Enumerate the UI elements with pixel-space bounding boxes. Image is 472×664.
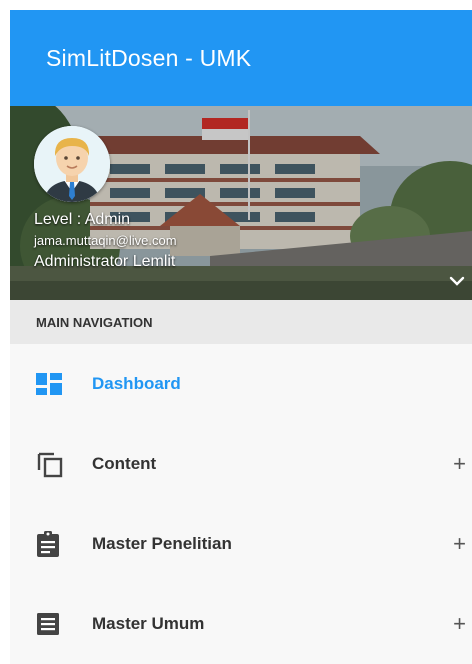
menu-label: Master Umum	[92, 614, 205, 633]
avatar[interactable]	[34, 126, 110, 202]
menu-item-master-penelitian[interactable]: Master Penelitian +	[10, 504, 472, 584]
menu-item-dashboard[interactable]: Dashboard	[10, 344, 472, 424]
main-menu: Dashboard Content + Master Penelitian + …	[10, 344, 472, 664]
list-icon	[36, 611, 66, 637]
menu-label: Content	[92, 454, 157, 473]
expand-plus-icon[interactable]: +	[453, 531, 466, 557]
sidebar-frame: SimLitDosen - UMK Level: Admin jama.mut…	[10, 10, 472, 664]
menu-item-master-umum[interactable]: Master Umum +	[10, 584, 472, 664]
dashboard-icon	[36, 371, 66, 397]
menu-label: Dashboard	[92, 374, 181, 393]
app-title[interactable]: SimLitDosen - UMK	[46, 45, 251, 72]
user-avatar-icon	[34, 126, 110, 202]
user-info: Level : Admin jama.muttaqin@live.com Adm…	[34, 210, 177, 272]
chevron-down-icon	[449, 276, 465, 286]
menu-label: Master Penelitian	[92, 534, 232, 553]
user-name: Administrator Lemlit	[34, 253, 176, 270]
user-menu-toggle[interactable]	[448, 274, 466, 288]
user-level: Level : Admin	[34, 211, 131, 228]
copy-icon	[36, 451, 66, 478]
assignment-icon	[36, 531, 66, 557]
menu-item-content[interactable]: Content +	[10, 424, 472, 504]
expand-plus-icon[interactable]: +	[453, 611, 466, 637]
app-bar: SimLitDosen - UMK	[10, 10, 472, 106]
user-panel: Level : Admin jama.muttaqin@live.com Adm…	[10, 106, 472, 300]
user-email: jama.muttaqin@live.com	[34, 233, 177, 248]
nav-header: MAIN NAVIGATION	[10, 300, 472, 344]
expand-plus-icon[interactable]: +	[453, 451, 466, 477]
